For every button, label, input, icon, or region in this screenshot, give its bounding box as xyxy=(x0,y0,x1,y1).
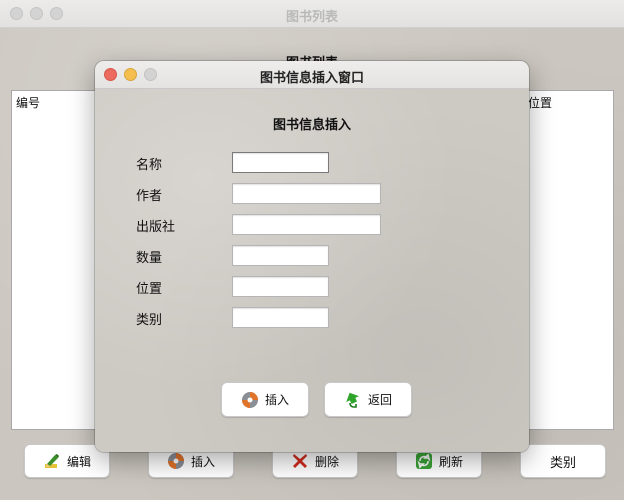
dialog-title: 图书信息插入窗口 xyxy=(259,71,364,86)
column-header-id[interactable]: 编号 xyxy=(16,94,40,111)
refresh-icon xyxy=(415,453,432,469)
quantity-input[interactable] xyxy=(232,245,329,266)
name-label: 名称 xyxy=(136,158,163,173)
location-input[interactable] xyxy=(232,276,329,297)
dialog-insert-label: 插入 xyxy=(264,393,289,407)
main-window-title: 图书列表 xyxy=(285,10,338,25)
quantity-label: 数量 xyxy=(136,251,163,266)
edit-pencil-icon xyxy=(44,454,59,468)
publisher-label: 出版社 xyxy=(136,220,176,235)
category-label: 类别 xyxy=(136,313,163,328)
delete-x-icon xyxy=(292,454,307,468)
dialog-insert-button[interactable]: 插入 xyxy=(221,382,309,417)
category-input[interactable] xyxy=(232,307,329,328)
form-heading: 图书信息插入 xyxy=(272,118,351,133)
insert-orb-icon xyxy=(241,391,258,408)
author-input[interactable] xyxy=(232,183,381,204)
dialog-titlebar[interactable]: 图书信息插入窗口 xyxy=(95,61,529,89)
dialog-back-label: 返回 xyxy=(367,393,392,407)
category-button[interactable]: 类别 xyxy=(520,444,606,478)
main-titlebar[interactable]: 图书列表 xyxy=(0,0,624,28)
insert-button-label: 插入 xyxy=(190,454,215,469)
publisher-input[interactable] xyxy=(232,214,381,235)
category-button-label: 类别 xyxy=(549,455,576,471)
dialog-back-button[interactable]: 返回 xyxy=(324,382,412,417)
insert-orb-icon xyxy=(167,453,184,469)
column-header-location[interactable]: 位置 xyxy=(528,94,552,111)
location-label: 位置 xyxy=(136,282,163,297)
edit-button-label: 编辑 xyxy=(66,454,91,469)
back-arrow-icon xyxy=(346,392,359,408)
author-label: 作者 xyxy=(136,189,163,204)
insert-dialog: 图书信息插入窗口 图书信息插入 名称 作者 出版社 数量 位置 类别 插入 返回 xyxy=(95,61,529,452)
name-input[interactable] xyxy=(232,152,329,173)
refresh-button-label: 刷新 xyxy=(438,454,463,469)
delete-button-label: 删除 xyxy=(314,454,339,469)
